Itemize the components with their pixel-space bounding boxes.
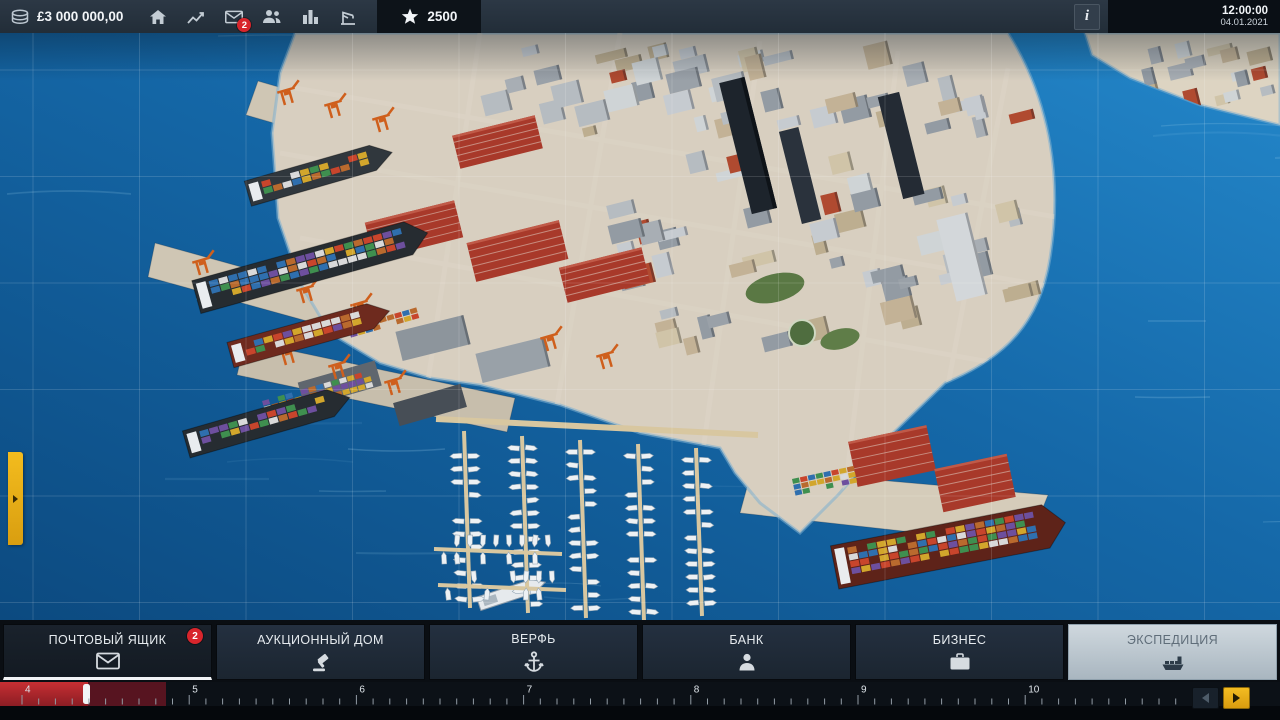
game-screen: £3 000 000,00 2 2500 <box>0 0 1280 720</box>
toolbar-label: ВЕРФЬ <box>511 632 556 646</box>
svg-text:7: 7 <box>527 685 533 696</box>
toolbar-label: АУКЦИОННЫЙ ДОМ <box>257 633 384 647</box>
contacts-button[interactable] <box>253 0 291 33</box>
toolbar-button-expedition[interactable]: ЭКСПЕДИЦИЯ <box>1068 624 1277 680</box>
mailbox-badge: 2 <box>187 628 203 644</box>
crane-button[interactable] <box>329 0 367 33</box>
bottom-strip <box>0 706 1280 720</box>
home-icon <box>149 9 167 25</box>
date-display: 04.01.2021 <box>1220 17 1268 28</box>
buildings-button[interactable] <box>291 0 329 33</box>
map-viewport[interactable] <box>0 33 1280 620</box>
toolbar-button-bank[interactable]: БАНК <box>642 624 851 680</box>
chevron-left-icon <box>1202 693 1209 703</box>
toolbar-label: БИЗНЕС <box>933 633 987 647</box>
gavel-icon <box>310 652 332 672</box>
money-value: £3 000 000,00 <box>37 9 123 24</box>
chevron-right-icon <box>1233 693 1240 703</box>
anchor-icon <box>524 651 544 673</box>
buildings-icon <box>302 9 319 24</box>
harbor-map <box>0 33 1280 620</box>
info-button[interactable]: i <box>1074 4 1100 30</box>
info-icon: i <box>1085 8 1089 25</box>
level-points-value: 2500 <box>427 9 457 24</box>
stats-icon <box>187 10 205 24</box>
mail-button[interactable]: 2 <box>215 0 253 33</box>
top-nav-icons: 2 <box>139 0 367 33</box>
top-bar: £3 000 000,00 2 2500 <box>0 0 1280 33</box>
toolbar-label: БАНК <box>729 633 763 647</box>
svg-text:10: 10 <box>1028 685 1040 696</box>
svg-text:4: 4 <box>25 685 31 696</box>
svg-text:5: 5 <box>192 685 198 696</box>
toolbar-button-shipyard[interactable]: ВЕРФЬ <box>429 624 638 680</box>
svg-text:9: 9 <box>861 685 867 696</box>
crane-icon <box>339 9 357 25</box>
bottom-toolbar: ПОЧТОВЫЙ ЯЩИК 2 АУКЦИОННЫЙ ДОМ ВЕРФЬ БАН… <box>0 620 1280 682</box>
toolbar-button-business[interactable]: БИЗНЕС <box>855 624 1064 680</box>
svg-text:8: 8 <box>694 685 700 696</box>
star-icon <box>401 8 419 25</box>
toolbar-label: ЭКСПЕДИЦИЯ <box>1127 633 1218 647</box>
contacts-icon <box>262 9 282 24</box>
timeline-next-button[interactable] <box>1223 687 1250 709</box>
banker-icon <box>737 652 757 672</box>
level-points[interactable]: 2500 <box>377 0 481 33</box>
side-panel-tab[interactable] <box>8 452 23 545</box>
clock-panel: 12:00:00 04.01.2021 <box>1108 0 1280 33</box>
timeline-ticks: 4 5 6 7 8 9 10 <box>0 682 1280 706</box>
chevron-right-icon <box>13 495 18 503</box>
money-display: £3 000 000,00 <box>0 9 139 25</box>
ship-icon <box>1161 652 1185 672</box>
timeline-prev-button[interactable] <box>1192 687 1219 709</box>
home-button[interactable] <box>139 0 177 33</box>
timeline-scrubber[interactable]: 4 5 6 7 8 9 10 <box>0 682 1280 706</box>
time-display: 12:00:00 <box>1222 5 1268 17</box>
toolbar-label: ПОЧТОВЫЙ ЯЩИК <box>49 633 167 647</box>
coins-icon <box>10 9 30 25</box>
toolbar-button-auction-house[interactable]: АУКЦИОННЫЙ ДОМ <box>216 624 425 680</box>
mail-icon <box>96 652 120 670</box>
toolbar-button-mailbox[interactable]: ПОЧТОВЫЙ ЯЩИК 2 <box>3 624 212 680</box>
mail-badge: 2 <box>237 18 251 32</box>
briefcase-icon <box>949 652 971 671</box>
svg-text:6: 6 <box>359 685 365 696</box>
stats-button[interactable] <box>177 0 215 33</box>
